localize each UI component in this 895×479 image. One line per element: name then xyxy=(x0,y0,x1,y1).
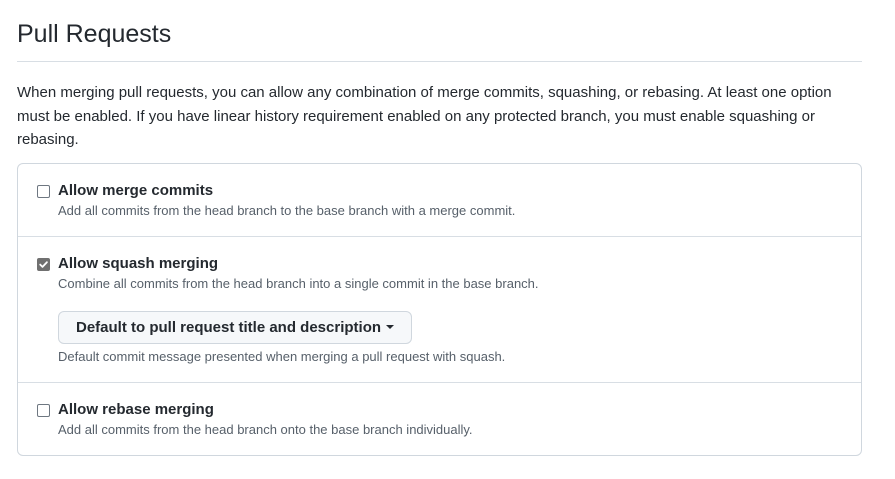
rebase-merging-checkbox[interactable] xyxy=(37,403,50,417)
squash-commit-message-dropdown[interactable]: Default to pull request title and descri… xyxy=(58,310,413,344)
option-merge-commits: Allow merge commits Add all commits from… xyxy=(18,164,861,236)
rebase-merging-label[interactable]: Allow rebase merging xyxy=(58,400,845,420)
pull-requests-settings: Pull Requests When merging pull requests… xyxy=(0,0,895,479)
checkmark-icon xyxy=(39,260,48,268)
merge-options-box: Allow merge commits Add all commits from… xyxy=(17,162,862,456)
merge-commits-description: Add all commits from the head branch to … xyxy=(58,202,516,218)
caret-down-icon xyxy=(386,325,395,329)
squash-merging-checkbox[interactable] xyxy=(37,257,50,271)
squash-commit-message-note: Default commit message presented when me… xyxy=(58,348,506,364)
section-title: Pull Requests xyxy=(17,0,862,62)
merge-commits-label[interactable]: Allow merge commits xyxy=(58,181,845,201)
section-description: When merging pull requests, you can allo… xyxy=(17,84,832,148)
rebase-merging-description: Add all commits from the head branch ont… xyxy=(58,421,473,437)
squash-merging-description: Combine all commits from the head branch… xyxy=(58,275,539,291)
option-rebase-merging: Allow rebase merging Add all commits fro… xyxy=(18,381,861,455)
option-squash-merging: Allow squash merging Combine all commits… xyxy=(18,235,861,382)
merge-commits-checkbox[interactable] xyxy=(37,184,50,198)
dropdown-label: Default to pull request title and descri… xyxy=(76,318,382,336)
squash-merging-label[interactable]: Allow squash merging xyxy=(58,254,845,274)
